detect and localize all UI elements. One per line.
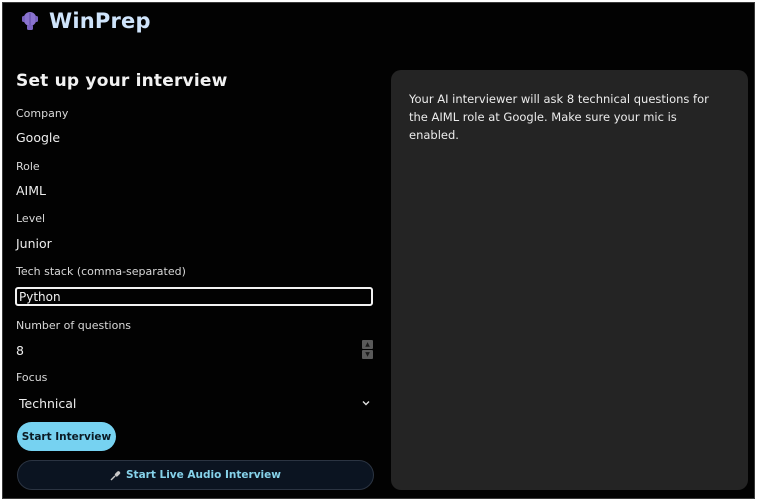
num-questions-stepper[interactable]: ▲ ▼ <box>362 340 373 359</box>
interviewer-message: Your AI interviewer will ask 8 technical… <box>409 92 709 142</box>
role-label: Role <box>16 160 40 173</box>
techstack-label: Tech stack (comma-separated) <box>16 265 186 278</box>
chevron-down-icon <box>362 401 370 406</box>
brand: WinPrep <box>19 9 151 33</box>
level-value[interactable]: Junior <box>16 236 52 251</box>
live-audio-label: Start Live Audio Interview <box>126 469 281 481</box>
techstack-input[interactable] <box>15 287 373 306</box>
microphone-icon <box>110 470 121 480</box>
stepper-up-icon[interactable]: ▲ <box>362 340 373 349</box>
stepper-down-icon[interactable]: ▼ <box>362 350 373 359</box>
start-interview-button[interactable]: Start Interview <box>17 422 116 451</box>
company-label: Company <box>16 107 69 120</box>
role-value[interactable]: AIML <box>16 183 46 198</box>
page-title: Set up your interview <box>16 71 228 91</box>
focus-select-value: Technical <box>19 395 77 411</box>
company-value[interactable]: Google <box>16 130 60 145</box>
level-label: Level <box>16 212 46 225</box>
info-panel: Your AI interviewer will ask 8 technical… <box>391 70 748 490</box>
brain-icon <box>22 12 38 30</box>
app-name: WinPrep <box>49 9 151 33</box>
app-window: WinPrep Set up your interview Company Go… <box>2 2 755 499</box>
focus-select[interactable]: Technical <box>16 393 374 413</box>
num-questions-label: Number of questions <box>16 319 132 332</box>
num-questions-value[interactable]: 8 <box>16 343 24 358</box>
focus-label: Focus <box>16 371 48 384</box>
start-live-audio-button[interactable]: Start Live Audio Interview <box>17 460 374 490</box>
